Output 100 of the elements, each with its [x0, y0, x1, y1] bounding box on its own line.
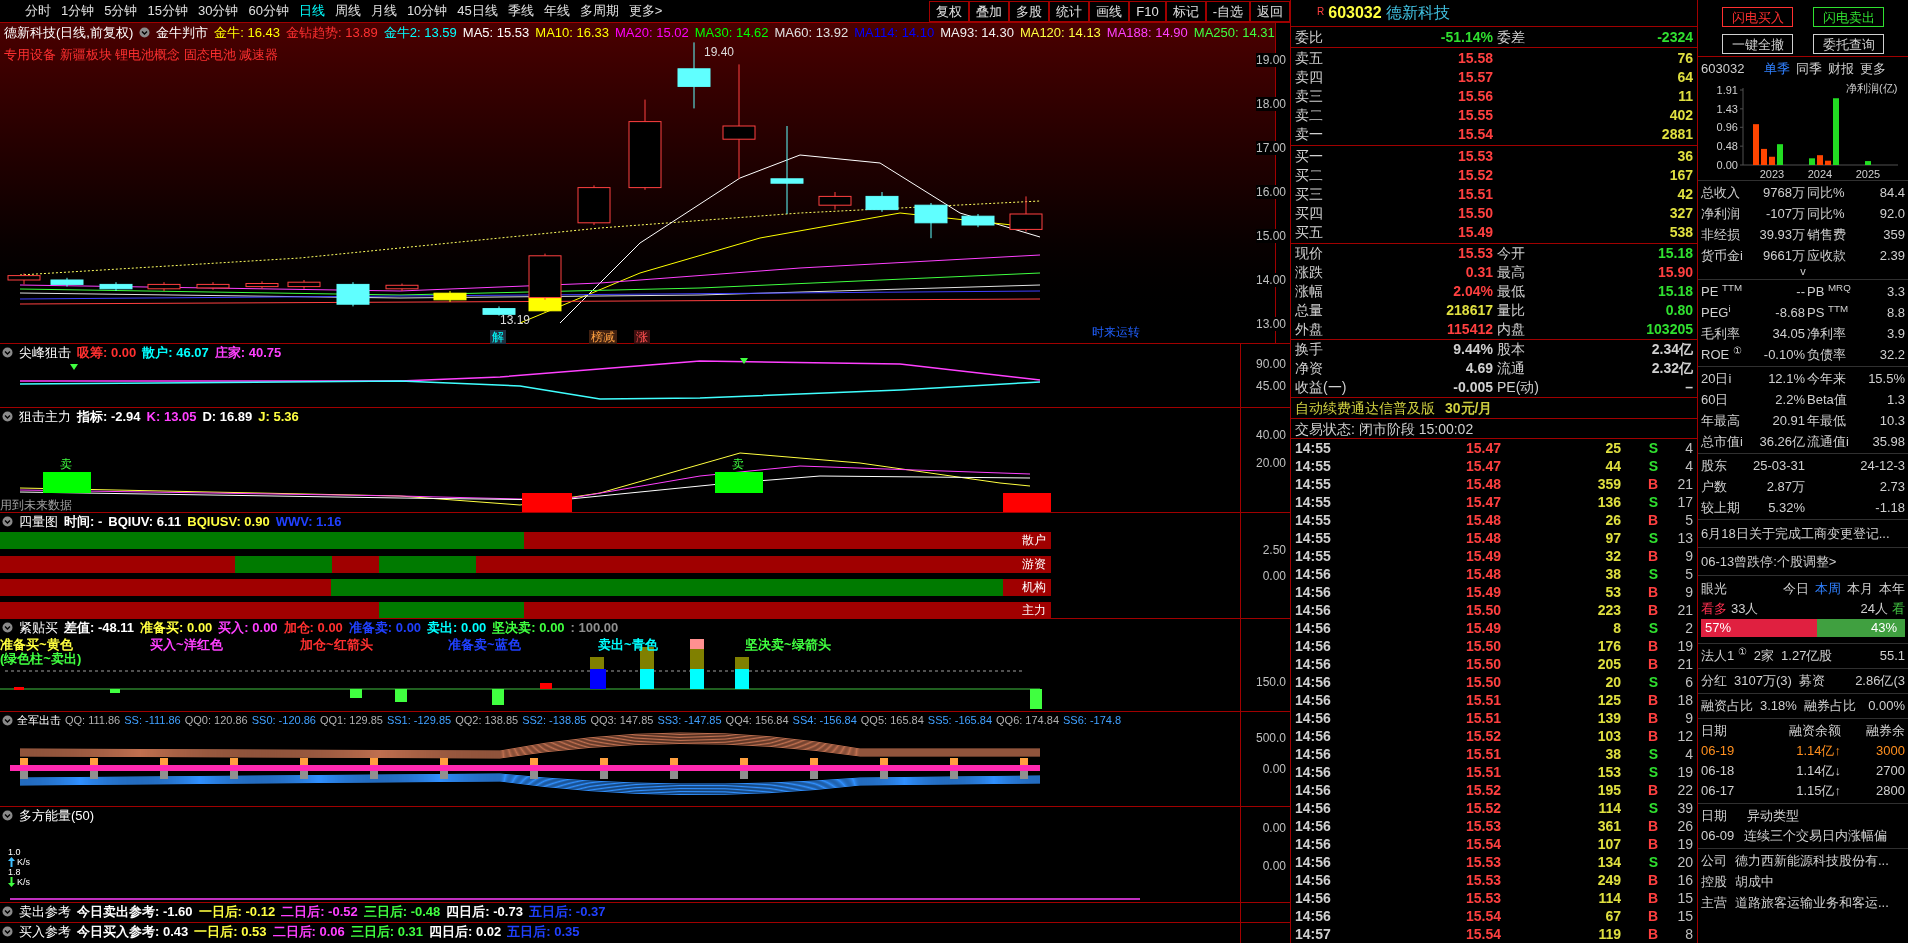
quote-label: 量比 — [1496, 301, 1526, 320]
finance-tab[interactable]: 财报 — [1828, 58, 1855, 79]
collapse-icon[interactable] — [2, 810, 13, 821]
period-tab[interactable]: 周线 — [329, 1, 366, 21]
tick-side: B — [1646, 600, 1658, 620]
tick-price: 15.48 — [1464, 510, 1501, 530]
period-tab[interactable]: 本月 — [1847, 579, 1873, 599]
profit-bar — [1865, 161, 1871, 165]
candle — [818, 191, 852, 211]
tick-price: 15.50 — [1464, 600, 1501, 620]
sell-signal-bar — [715, 472, 763, 493]
indicator-value: BQIUSV: 0.90 — [187, 513, 270, 531]
trade-button[interactable]: 委托查询 — [1813, 33, 1884, 54]
tick-volume: 153 — [1596, 762, 1621, 782]
collapse-icon[interactable] — [2, 926, 13, 937]
tick-price: 15.53 — [1464, 888, 1501, 908]
stock-code: 603032 — [1701, 59, 1745, 78]
info-text: 84.4 — [1878, 183, 1905, 202]
info-text: -107万 — [1764, 204, 1805, 223]
info-text: PEG$^{i}$ — [1701, 302, 1732, 322]
info-label: 控股 — [1701, 873, 1727, 891]
tick-price: 15.54 — [1464, 906, 1501, 926]
notice-link[interactable]: 6月18日关于完成工商变更登记... — [1701, 523, 1890, 544]
collapse-icon[interactable] — [2, 715, 13, 726]
period-tab[interactable]: 今日 — [1783, 579, 1809, 599]
trade-button[interactable]: 一键全撤 — [1722, 33, 1793, 54]
collapse-icon[interactable] — [2, 347, 13, 358]
table-cell-text: 2700 — [1875, 762, 1905, 780]
tick-time: 14:56 — [1294, 834, 1332, 854]
toolbar-button[interactable]: 复权 — [929, 0, 970, 22]
period-tab[interactable]: 本周 — [1815, 579, 1841, 599]
indicator-value: QQ3: 147.85 — [590, 713, 654, 729]
info-text: 同比% — [1807, 205, 1845, 221]
period-tab[interactable]: 月线 — [365, 1, 402, 21]
finance-tab[interactable]: 单季 — [1764, 58, 1791, 79]
period-tab[interactable]: 15分钟 — [142, 1, 193, 21]
expand-caret[interactable]: v — [1800, 266, 1806, 278]
bull-percent: 57% — [1705, 619, 1732, 637]
period-tab[interactable]: 季线 — [502, 1, 539, 21]
collapse-icon[interactable] — [139, 27, 151, 38]
toolbar-button[interactable]: 叠加 — [969, 0, 1010, 22]
tick-volume: 119 — [1597, 924, 1621, 943]
toolbar-button[interactable]: F10 — [1129, 0, 1166, 22]
quote-value: -51.14% — [1439, 27, 1493, 47]
tick-count: 17 — [1676, 492, 1694, 512]
indicator-value: MA114: 14.10 — [854, 23, 935, 42]
period-tab[interactable]: 1分钟 — [56, 1, 100, 21]
period-tab[interactable]: 更多> — [623, 1, 668, 21]
quote-label: 买二 — [1294, 166, 1324, 185]
period-tab[interactable]: 分时 — [20, 1, 56, 21]
tick-volume: 8 — [1612, 618, 1621, 638]
period-tab[interactable]: 年线 — [538, 1, 575, 21]
tick-count: 19 — [1676, 834, 1694, 854]
quote-label: 外盘 — [1294, 320, 1324, 339]
collapse-icon[interactable] — [2, 516, 13, 527]
indicator-value: 四日后: -0.73 — [446, 903, 523, 921]
info-text: 8.8 — [1885, 303, 1905, 322]
toolbar-button[interactable]: 标记 — [1165, 0, 1206, 22]
info-text: 负债率 — [1807, 346, 1846, 362]
trade-button[interactable]: 闪电卖出 — [1813, 7, 1884, 27]
tick-count: 15 — [1676, 888, 1694, 908]
axis-label: 0.00 — [1262, 762, 1286, 776]
indicator-value: 五日后: 0.35 — [507, 923, 580, 941]
tick-volume: 205 — [1596, 654, 1621, 674]
period-tab[interactable]: 5分钟 — [99, 1, 143, 21]
period-tab[interactable]: 10分钟 — [401, 1, 453, 21]
info-text: -1.18 — [1874, 498, 1905, 517]
quote-label: 买一 — [1294, 147, 1324, 166]
toolbar-button[interactable]: 返回 — [1250, 0, 1290, 22]
info-text: 55.1 — [1878, 647, 1905, 666]
down-triangle-icon — [70, 364, 78, 370]
toolbar-button[interactable]: 统计 — [1049, 0, 1090, 22]
finance-tab[interactable]: 同季 — [1796, 58, 1823, 79]
period-tab[interactable]: 本年 — [1879, 579, 1905, 599]
period-tab[interactable]: 60分钟 — [243, 1, 294, 21]
chart-annotation: 时来运转 — [1092, 325, 1140, 339]
quote-label: 总量 — [1294, 301, 1324, 320]
tick-side: S — [1647, 438, 1658, 458]
period-tab[interactable]: 45日线 — [452, 1, 503, 21]
notice-link[interactable]: 06-13曾跌停:个股调整> — [1701, 551, 1837, 572]
indicator-value: 指标: -2.94 — [77, 408, 141, 426]
tick-price: 15.52 — [1464, 798, 1501, 818]
info-label: 公司 — [1701, 852, 1727, 870]
toolbar-button[interactable]: 多股 — [1009, 0, 1050, 22]
finance-tab[interactable]: 更多 — [1860, 58, 1887, 79]
toolbar-button[interactable]: -自选 — [1205, 0, 1250, 22]
tick-count: 19 — [1676, 762, 1694, 782]
period-tab[interactable]: 日线 — [293, 1, 330, 21]
period-tab[interactable]: 多周期 — [574, 1, 624, 21]
collapse-icon[interactable] — [2, 622, 13, 633]
collapse-icon[interactable] — [2, 411, 13, 422]
toolbar-button[interactable]: 画线 — [1089, 0, 1130, 22]
axis-label: 1.43 — [1716, 102, 1738, 115]
period-tab[interactable]: 30分钟 — [192, 1, 244, 21]
indicator-name: 卖出参考 — [19, 903, 71, 921]
collapse-icon[interactable] — [2, 906, 13, 917]
tick-volume: 44 — [1604, 456, 1621, 476]
trade-button[interactable]: 闪电买入 — [1722, 7, 1793, 27]
quote-label: 股本 — [1496, 340, 1526, 359]
tick-count: 12 — [1676, 726, 1694, 746]
